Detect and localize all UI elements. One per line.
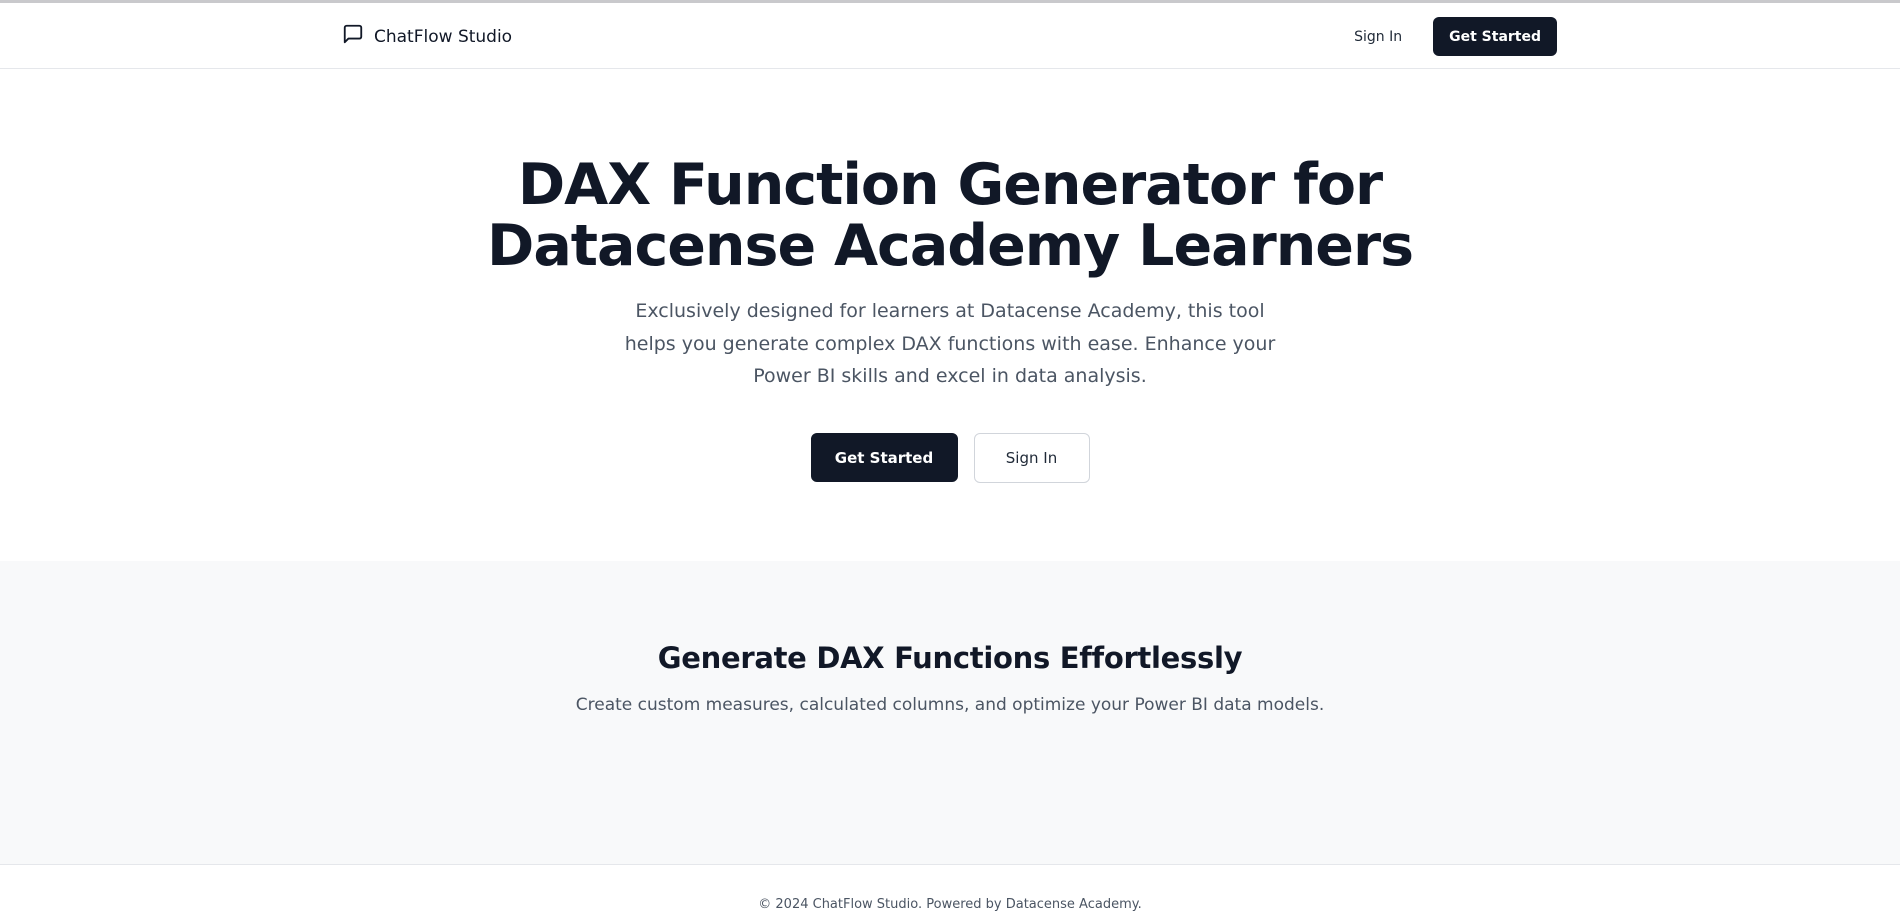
hero-sign-in-button[interactable]: Sign In [973, 433, 1090, 483]
hero-cta-group: Get Started Sign In [0, 433, 1900, 483]
hero-title-line-1: DAX Function Generator for [517, 152, 1383, 218]
header-get-started-button[interactable]: Get Started [1433, 17, 1557, 56]
header-sign-in-button[interactable]: Sign In [1354, 29, 1402, 45]
hero-title-line-2: Datacense Academy Learners [487, 213, 1414, 279]
site-header: ChatFlow Studio Sign In Get Started [0, 3, 1900, 69]
brand-logo-link[interactable]: ChatFlow Studio [342, 23, 512, 50]
hero-get-started-button[interactable]: Get Started [810, 433, 958, 482]
hero-title: DAX Function Generator for Datacense Aca… [0, 155, 1900, 277]
message-square-icon [342, 23, 364, 50]
hero-description: Exclusively designed for learners at Dat… [624, 300, 1276, 387]
footer-copyright: © 2024 ChatFlow Studio. Powered by Datac… [758, 897, 1142, 912]
features-subheading: Create custom measures, calculated colum… [575, 695, 1325, 715]
brand-name: ChatFlow Studio [374, 26, 513, 47]
header-nav: Sign In Get Started [1354, 17, 1557, 56]
features-section: Generate DAX Functions Effortlessly Crea… [0, 561, 1900, 865]
hero-section: DAX Function Generator for Datacense Aca… [0, 69, 1900, 561]
features-heading: Generate DAX Functions Effortlessly [657, 641, 1243, 675]
site-footer: © 2024 ChatFlow Studio. Powered by Datac… [0, 865, 1900, 912]
